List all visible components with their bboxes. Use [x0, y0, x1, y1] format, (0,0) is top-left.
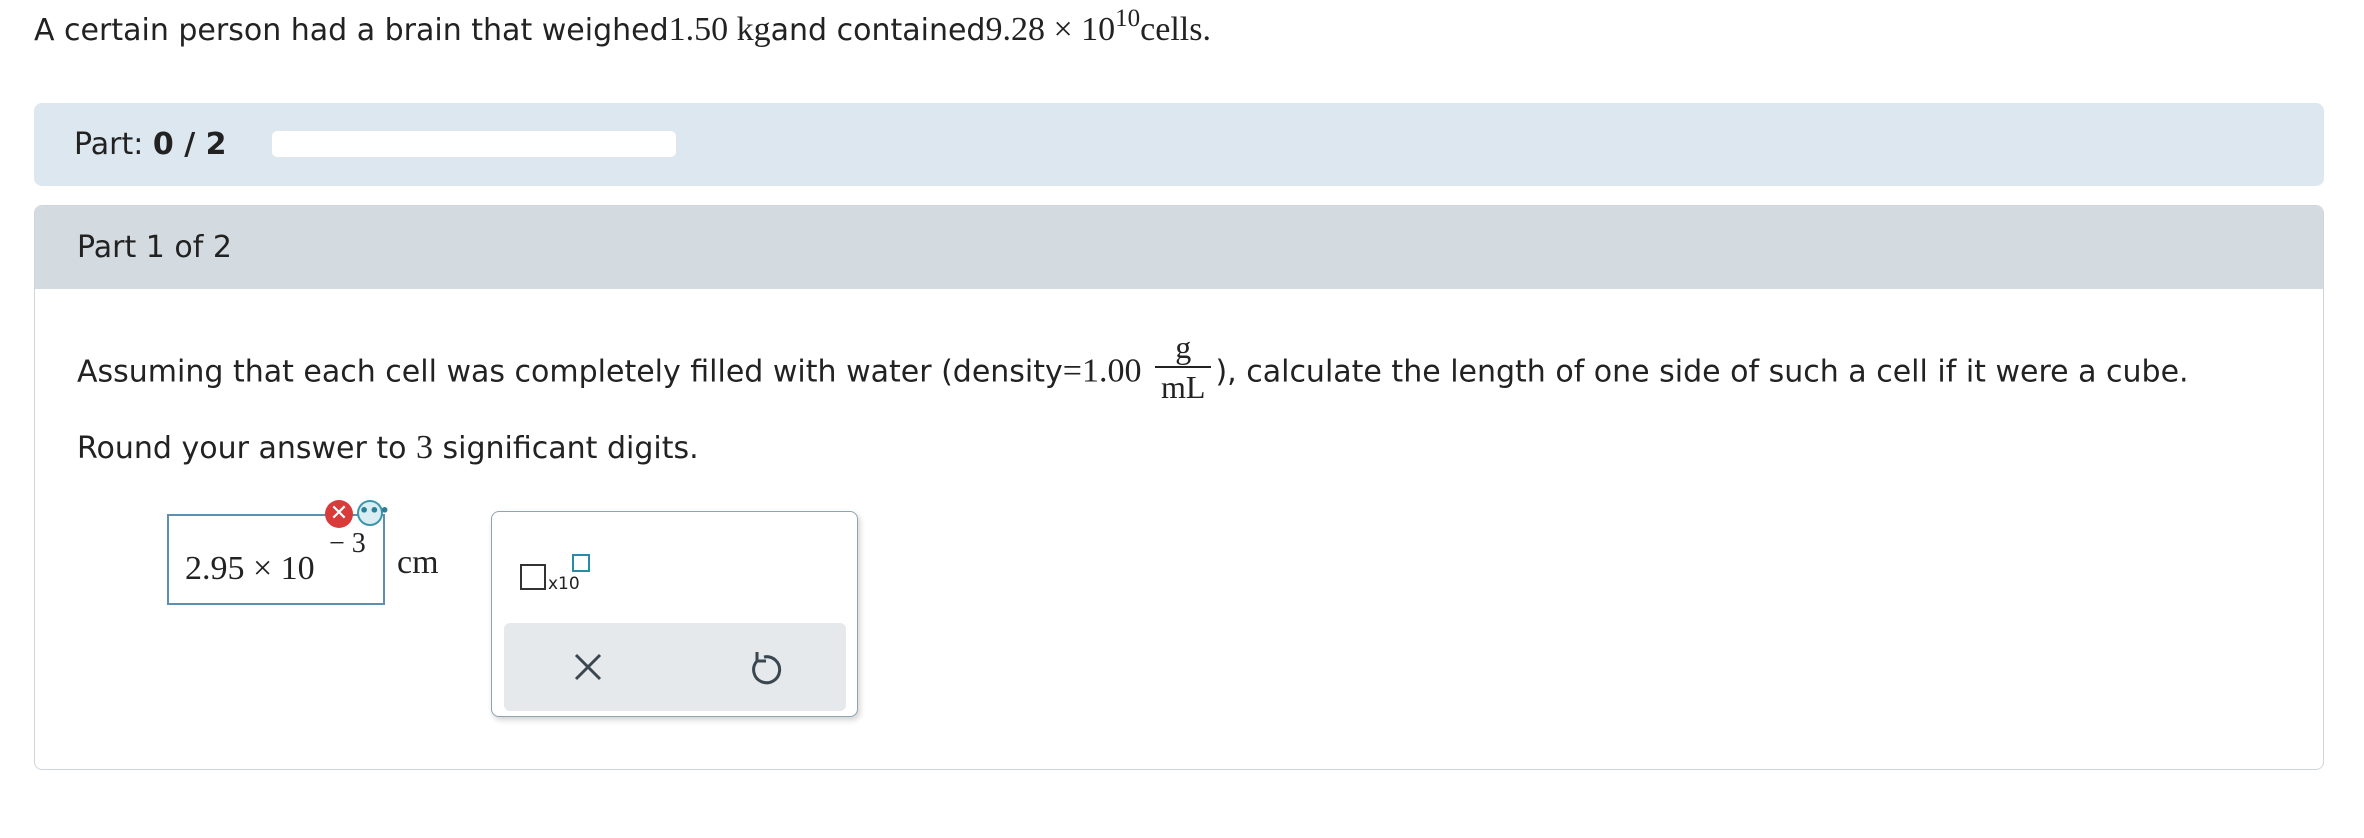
answer-input[interactable]: 2.95 × 10 − 3 [167, 514, 385, 605]
progress-track [272, 131, 676, 157]
density-unit-numerator: g [1155, 328, 1212, 368]
answer-exponent: − 3 [329, 528, 366, 559]
part-label: Part: [74, 127, 144, 162]
close-icon [574, 653, 602, 681]
clear-button[interactable] [564, 643, 612, 691]
density-unit-denominator: mL [1161, 369, 1206, 405]
brain-mass: 1.50 kg [668, 11, 771, 48]
intro-text-before: A certain person had a brain that weighe… [34, 13, 669, 48]
part-header: Part 1 of 2 [35, 206, 2323, 289]
part-progress-count: 0 / 2 [152, 127, 227, 162]
answer-mantissa: 2.95 × 10 [185, 550, 315, 587]
answer-unit: cm [397, 544, 439, 581]
question-end: significant digits. [433, 431, 699, 466]
part-progress-label: Part: 0 / 2 [74, 103, 226, 186]
problem-statement: A certain person had a brain that weighe… [34, 4, 1211, 56]
question-before: Assuming that each cell was completely f… [77, 354, 1063, 390]
density-unit-fraction: g mL [1155, 328, 1212, 406]
question-text: Assuming that each cell was completely f… [77, 329, 2287, 485]
intro-text-mid: and contained [770, 13, 986, 48]
base-box-icon [520, 564, 546, 590]
exponent-box-icon [572, 554, 590, 572]
x10-label: x10 [548, 574, 580, 594]
part-panel: Part 1 of 2 Assuming that each cell was … [34, 205, 2324, 770]
tools-action-bar [504, 623, 846, 711]
cell-count-exponent: 10 [1115, 5, 1141, 32]
density-value: =1.00 [1062, 352, 1142, 390]
significant-digits-count: 3 [416, 429, 433, 466]
intro-text-after: cells. [1140, 11, 1211, 48]
undo-button[interactable] [740, 643, 788, 691]
undo-icon [752, 652, 782, 685]
math-tools-palette: x10 [491, 511, 858, 717]
more-dots-icon[interactable]: ••• [357, 500, 390, 526]
x-circle-icon: ✕ [325, 500, 353, 528]
part-progress-bar: Part: 0 / 2 [34, 103, 2324, 186]
scientific-notation-button[interactable]: x10 [520, 554, 600, 600]
cell-count-base: 9.28 × 10 [985, 11, 1116, 48]
